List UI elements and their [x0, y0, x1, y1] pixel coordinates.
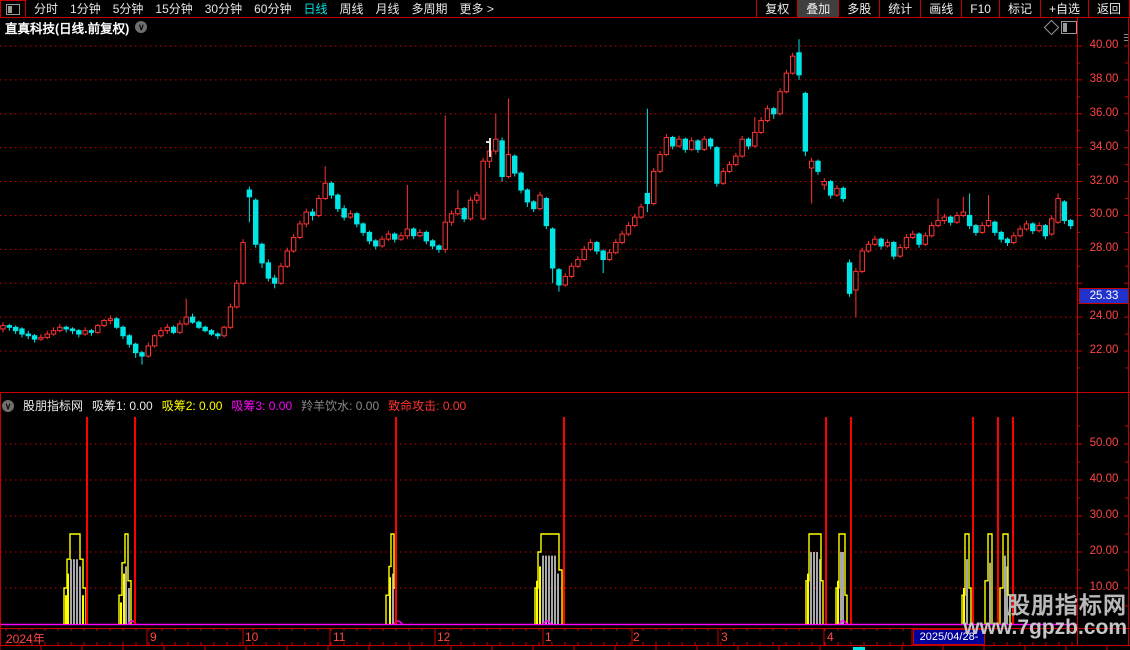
price-axis-label: 30.00 [1089, 208, 1119, 221]
indicator-values: 吸筹1: 0.00 吸筹2: 0.00 吸筹3: 0.00 羚羊饮水: 0.00 致命攻… [92, 397, 466, 414]
price-axis-label: 34.00 [1089, 140, 1119, 153]
app-window: 分时 1分钟 5分钟 15分钟 30分钟 60分钟 日线 周线 月线 多周期 更多 > 复权 叠加 多股… [0, 0, 1130, 650]
price-axis-label: 28.00 [1089, 242, 1119, 255]
date-axis-month: 2 [633, 630, 640, 644]
indicator-field-吸筹3: 吸筹3: 0.00 [231, 399, 293, 413]
date-axis-month: 3 [721, 630, 728, 644]
price-axis-label: 40.00 [1089, 39, 1119, 51]
chart-canvas[interactable] [0, 0, 1130, 650]
indicator-axis-label: 30.00 [1089, 509, 1119, 521]
date-axis-month: 11 [333, 630, 346, 644]
indicator-field-致命攻击: 致命攻击: 0.00 [388, 399, 467, 413]
date-axis-month: 1 [545, 630, 552, 644]
indicator-axis-label: 50.00 [1089, 437, 1119, 449]
indicator-field-羚羊饮水: 羚羊饮水: 0.00 [301, 399, 380, 413]
collapse-chevron-icon[interactable]: ∨ [2, 399, 14, 412]
watermark: 股朋指标网 www.7gpzb.com [963, 592, 1127, 639]
indicator-axis-label: 20.00 [1089, 545, 1119, 557]
indicator-header: ∨ 股朋指标网 吸筹1: 0.00 吸筹2: 0.00 吸筹3: 0.00 羚羊饮水:… [2, 397, 466, 414]
indicator-axis-label: 40.00 [1089, 473, 1119, 485]
price-axis-label: 24.00 [1089, 310, 1119, 323]
watermark-site-name: 股朋指标网 [1007, 592, 1127, 618]
indicator-field-吸筹1: 吸筹1: 0.00 [92, 399, 153, 413]
date-axis-year: 2024年 [6, 632, 45, 646]
price-axis-label: 22.00 [1089, 343, 1119, 356]
price-axis-label: 32.00 [1089, 174, 1119, 187]
date-axis-month: 9 [150, 630, 157, 644]
indicator-source-label: 股朋指标网 [23, 399, 84, 413]
price-axis-label: 36.00 [1089, 106, 1119, 119]
date-axis-month: 4 [827, 630, 834, 644]
date-axis-month: 10 [245, 630, 259, 644]
watermark-url: www.7gpzb.com [963, 616, 1127, 639]
current-price-tag: 25.33 [1079, 287, 1129, 304]
indicator-field-吸筹2: 吸筹2: 0.00 [161, 399, 223, 413]
date-axis-month: 12 [437, 630, 451, 644]
price-axis-label: 38.00 [1089, 72, 1119, 85]
